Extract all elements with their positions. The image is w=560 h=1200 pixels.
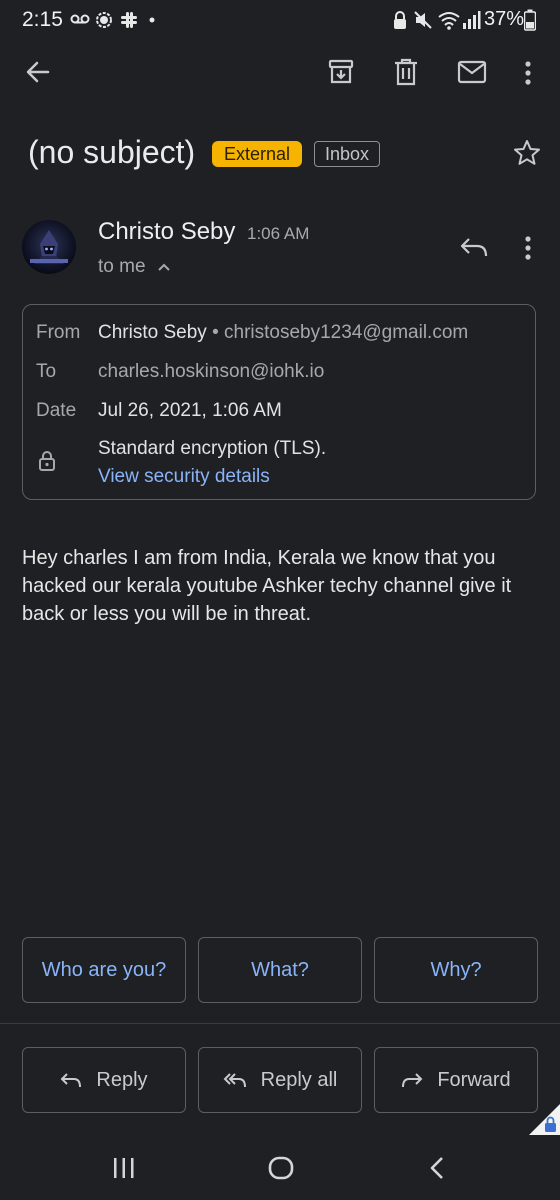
reply-icon[interactable]	[459, 236, 489, 258]
mute-icon	[414, 11, 432, 29]
sender-name: Christo Seby	[98, 218, 236, 245]
forward-icon	[402, 1073, 423, 1088]
mark-unread-icon[interactable]	[457, 60, 487, 84]
message-more-icon[interactable]	[523, 235, 533, 261]
lock-icon	[39, 451, 55, 471]
smart-reply-1[interactable]: Who are you?	[22, 937, 186, 1003]
email-body: Hey charles I am from India, Kerala we k…	[22, 547, 512, 625]
battery-percent: 37%	[484, 8, 525, 30]
divider	[0, 1023, 560, 1024]
date-label: Date	[36, 400, 77, 421]
email-subject: (no subject)	[28, 134, 196, 170]
slack-icon	[121, 12, 137, 28]
delete-icon[interactable]	[393, 58, 419, 86]
from-row: Christo Seby • christoseby1234@gmail.com	[98, 322, 468, 344]
signal-app-icon	[96, 12, 112, 28]
to-me-label: to me	[98, 256, 146, 277]
view-security-details-link[interactable]: View security details	[98, 466, 270, 488]
status-time: 2:15	[22, 8, 63, 31]
lock-icon	[394, 11, 406, 29]
reply-all-label: Reply all	[260, 1068, 338, 1091]
dot-icon	[149, 17, 155, 23]
to-value[interactable]: charles.hoskinson@iohk.io	[98, 361, 324, 383]
inbox-label[interactable]: Inbox	[314, 141, 381, 167]
from-name: Christo Seby	[98, 322, 207, 343]
reply-button[interactable]: Reply	[22, 1047, 186, 1113]
system-nav-bar	[0, 1135, 560, 1200]
battery-icon	[524, 9, 536, 31]
from-separator: •	[212, 322, 219, 343]
wifi-icon	[438, 12, 460, 30]
chevron-up-icon	[158, 263, 170, 271]
reply-all-icon	[223, 1073, 246, 1088]
avatar[interactable]	[22, 220, 76, 274]
avatar-hacker-icon	[30, 230, 68, 264]
star-icon[interactable]	[513, 139, 541, 167]
back-nav-icon[interactable]	[428, 1156, 446, 1180]
encryption-text: Standard encryption (TLS).	[98, 438, 327, 459]
smart-reply-3[interactable]: Why?	[374, 937, 538, 1003]
reply-label: Reply	[96, 1068, 148, 1091]
back-arrow-icon[interactable]	[24, 58, 52, 86]
forward-button[interactable]: Forward	[374, 1047, 538, 1113]
more-vert-icon[interactable]	[523, 60, 533, 86]
reply-all-button[interactable]: Reply all	[198, 1047, 362, 1113]
external-label: External	[212, 141, 303, 167]
from-label: From	[36, 322, 81, 343]
secure-folder-icon[interactable]	[528, 1104, 560, 1136]
from-email[interactable]: christoseby1234@gmail.com	[224, 322, 468, 343]
date-value: Jul 26, 2021, 1:06 AM	[98, 400, 282, 421]
reply-icon	[61, 1073, 82, 1088]
to-label: To	[36, 361, 57, 382]
home-icon[interactable]	[268, 1156, 294, 1180]
voicemail-icon	[70, 14, 90, 24]
status-bar: 2:15 37%	[0, 0, 560, 44]
cell-signal-icon	[463, 11, 481, 29]
forward-label: Forward	[437, 1068, 511, 1091]
smart-reply-2[interactable]: What?	[198, 937, 362, 1003]
email-time: 1:06 AM	[247, 224, 310, 243]
archive-icon[interactable]	[327, 58, 355, 86]
recent-apps-icon[interactable]	[112, 1157, 136, 1179]
recipient-toggle[interactable]: to me	[98, 256, 171, 278]
